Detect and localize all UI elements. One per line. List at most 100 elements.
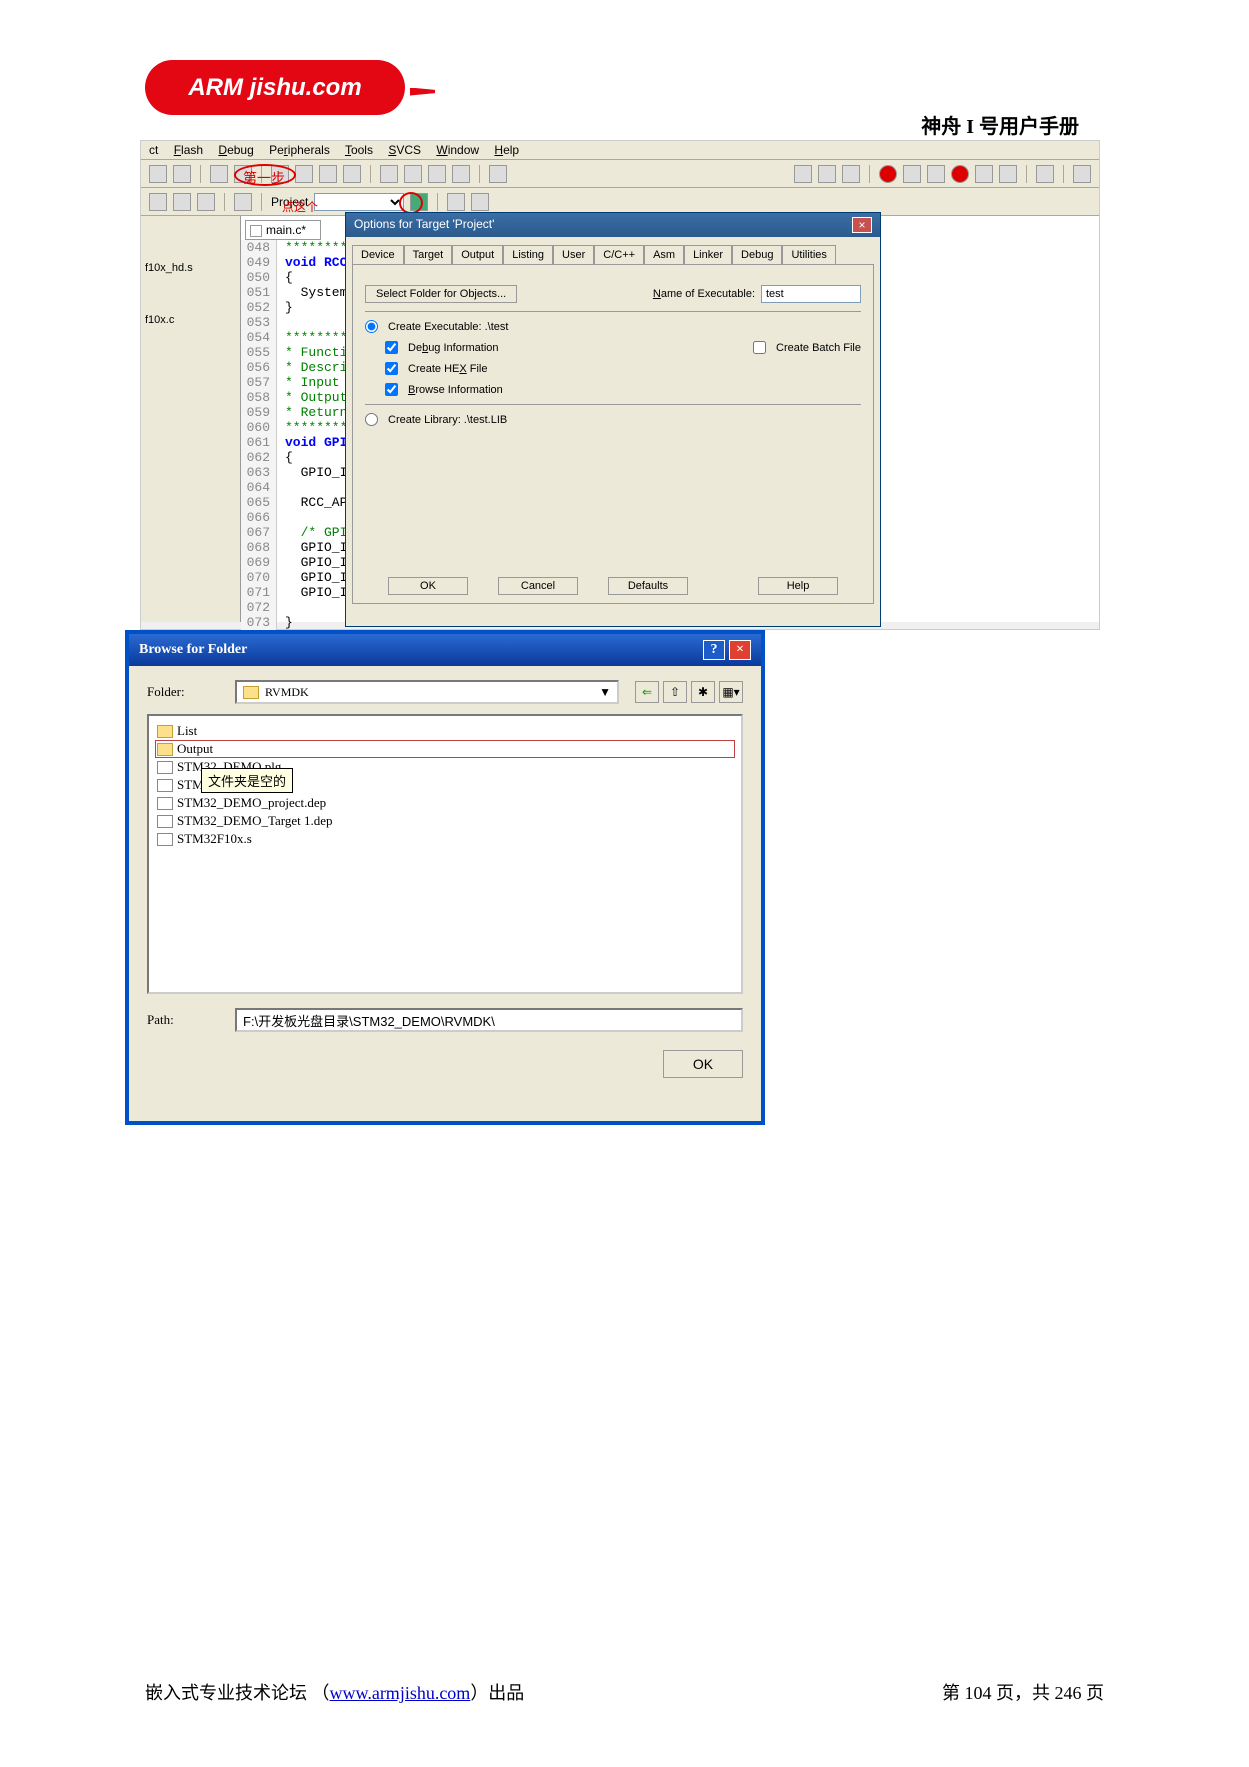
file-list[interactable]: ListOutputSTM32_DEMO.plgSTM3STM32_DEMO_p… [147, 714, 743, 994]
tab-asm[interactable]: Asm [644, 245, 684, 264]
create-hex-checkbox[interactable] [385, 362, 398, 375]
browse-info-checkbox[interactable] [385, 383, 398, 396]
menu-item[interactable]: Peripherals [269, 143, 330, 157]
item-name: STM32_DEMO_project.dep [177, 795, 326, 811]
folder-label: Folder: [147, 684, 227, 700]
toolbar-icon[interactable] [794, 165, 812, 183]
defaults-button[interactable]: Defaults [608, 577, 688, 595]
menu-item[interactable]: SVCS [388, 143, 421, 157]
dropdown-icon[interactable]: ▼ [599, 685, 611, 700]
debug-icon[interactable] [879, 165, 897, 183]
toolbar-icon[interactable] [975, 165, 993, 183]
tab-linker[interactable]: Linker [684, 245, 732, 264]
item-name: STM32_DEMO_Target 1.dep [177, 813, 333, 829]
separator [261, 193, 262, 211]
toolbar-icon[interactable] [489, 165, 507, 183]
find-icon[interactable] [818, 165, 836, 183]
annotation-step1: 第一步 [243, 168, 285, 188]
toolbar-icon[interactable] [1036, 165, 1054, 183]
comment-icon[interactable] [428, 165, 446, 183]
view-icon[interactable]: ▦▾ [719, 681, 743, 703]
tab-debug[interactable]: Debug [732, 245, 782, 264]
footer-prefix: 嵌入式专业技术论坛 （ [145, 1683, 330, 1703]
ok-button[interactable]: OK [388, 577, 468, 595]
select-folder-button[interactable]: Select Folder for Objects... [365, 285, 517, 303]
separator [869, 165, 870, 183]
toolbar-icon[interactable] [842, 165, 860, 183]
list-item[interactable]: STM32_DEMO_Target 1.dep [155, 812, 735, 830]
toolbar-icon[interactable] [173, 165, 191, 183]
dialog-title-text: Options for Target 'Project' [354, 217, 494, 233]
toolbar-icon[interactable] [471, 193, 489, 211]
separator [479, 165, 480, 183]
list-item[interactable]: List [155, 722, 735, 740]
file-icon [157, 761, 173, 774]
stop-icon[interactable] [951, 165, 969, 183]
close-icon[interactable]: × [852, 217, 872, 233]
toolbar-icon[interactable] [149, 165, 167, 183]
list-item[interactable]: Output [155, 740, 735, 758]
file-item[interactable]: f10x.c [145, 314, 236, 326]
menu-item[interactable]: Window [436, 143, 479, 157]
tab-utilities[interactable]: Utilities [782, 245, 835, 264]
separator [1026, 165, 1027, 183]
toolbar-icon[interactable] [234, 193, 252, 211]
menubar[interactable]: ct Flash Debug Peripherals Tools SVCS Wi… [141, 141, 1099, 160]
tab-target[interactable]: Target [404, 245, 453, 264]
list-item[interactable]: STM32_DEMO_project.dep [155, 794, 735, 812]
folder-icon [157, 725, 173, 738]
options-icon[interactable] [410, 193, 428, 211]
browse-info-label: Browse Information [408, 384, 503, 396]
menu-item[interactable]: ct [149, 143, 158, 157]
up-icon[interactable]: ⇧ [663, 681, 687, 703]
cancel-button[interactable]: Cancel [498, 577, 578, 595]
help-icon[interactable]: ? [703, 640, 725, 660]
menu-item[interactable]: Tools [345, 143, 373, 157]
menu-item[interactable]: Help [494, 143, 519, 157]
menu-item[interactable]: Debug [218, 143, 253, 157]
tab-c/c++[interactable]: C/C++ [594, 245, 644, 264]
toolbar-icon[interactable] [197, 193, 215, 211]
toolbar-icon[interactable] [999, 165, 1017, 183]
editor-tab[interactable]: main.c* [245, 220, 321, 240]
tab-device[interactable]: Device [352, 245, 404, 264]
path-input[interactable] [235, 1008, 743, 1032]
create-exec-radio[interactable] [365, 320, 378, 333]
toolbar-icon[interactable] [149, 193, 167, 211]
back-icon[interactable]: ⇐ [635, 681, 659, 703]
browse-dialog: Browse for Folder ? × Folder: RVMDK ▼ ⇐ … [125, 630, 765, 1125]
debug-info-checkbox[interactable] [385, 341, 398, 354]
project-combo[interactable] [314, 193, 404, 211]
toolbar-icon[interactable] [447, 193, 465, 211]
help-button[interactable]: Help [758, 577, 838, 595]
create-batch-checkbox[interactable] [753, 341, 766, 354]
tab-output[interactable]: Output [452, 245, 503, 264]
dialog-footer: OK Cancel Defaults Help [353, 577, 873, 595]
indent-icon[interactable] [380, 165, 398, 183]
toolbar-icon[interactable] [295, 165, 313, 183]
tab-listing[interactable]: Listing [503, 245, 553, 264]
footer-link[interactable]: www.armjishu.com [330, 1683, 471, 1703]
wrench-icon[interactable] [1073, 165, 1091, 183]
name-exec-input[interactable] [761, 285, 861, 303]
undo-icon[interactable] [210, 165, 228, 183]
uncomment-icon[interactable] [452, 165, 470, 183]
tab-user[interactable]: User [553, 245, 594, 264]
menu-item[interactable]: Flash [174, 143, 203, 157]
close-icon[interactable]: × [729, 640, 751, 660]
folder-combo[interactable]: RVMDK ▼ [235, 680, 619, 704]
create-lib-radio[interactable] [365, 413, 378, 426]
new-folder-icon[interactable]: ✱ [691, 681, 715, 703]
create-lib-label: Create Library: .\test.LIB [388, 414, 507, 426]
name-exec-label: Name of Executable: [653, 288, 755, 300]
project-explorer[interactable]: f10x_hd.s f10x.c [141, 216, 241, 622]
toolbar-icon[interactable] [343, 165, 361, 183]
outdent-icon[interactable] [404, 165, 422, 183]
file-item[interactable]: f10x_hd.s [145, 262, 236, 274]
toolbar-icon[interactable] [319, 165, 337, 183]
toolbar-icon[interactable] [173, 193, 191, 211]
ok-button[interactable]: OK [663, 1050, 743, 1078]
toolbar-icon[interactable] [927, 165, 945, 183]
toolbar-icon[interactable] [903, 165, 921, 183]
list-item[interactable]: STM32F10x.s [155, 830, 735, 848]
